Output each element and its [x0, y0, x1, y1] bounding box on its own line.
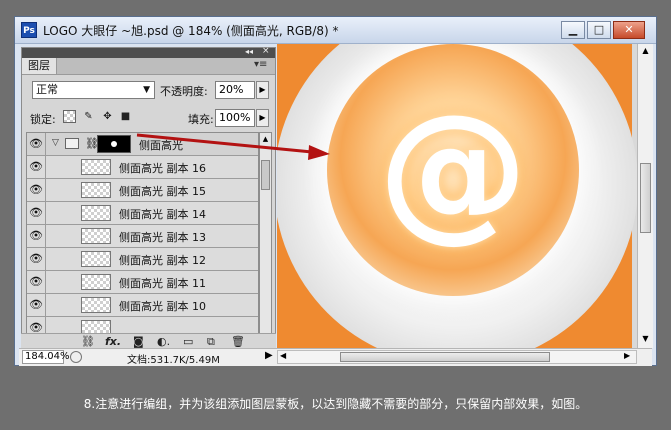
layer-thumbnail [81, 228, 111, 244]
expand-triangle-icon[interactable]: ▽ [52, 138, 59, 148]
photoshop-app-icon: Ps [21, 22, 37, 38]
lock-all-padlock-icon[interactable]: ■ [119, 110, 132, 123]
layer-row[interactable]: 👁 侧面高光 副本 14 [27, 202, 258, 225]
visibility-eye-icon[interactable]: 👁 [27, 179, 46, 201]
layer-name: 侧面高光 副本 14 [119, 208, 206, 221]
visibility-eye-icon[interactable]: 👁 [27, 248, 46, 270]
layer-group-name: 侧面高光 [139, 139, 183, 152]
layer-row[interactable]: 👁 侧面高光 副本 12 [27, 248, 258, 271]
opacity-label: 不透明度: [160, 85, 208, 98]
fill-slider-toggle[interactable]: ▶ [256, 109, 269, 127]
scrollbar-thumb[interactable] [640, 163, 651, 233]
minimize-button[interactable]: ▁ [561, 21, 585, 39]
panel-header-strip: ◂◂ × [22, 46, 275, 58]
visibility-eye-icon[interactable]: 👁 [27, 133, 46, 155]
adjustment-layer-icon[interactable]: ◐. [157, 335, 170, 348]
layers-scrollbar[interactable]: ▲ [259, 132, 272, 342]
layer-thumbnail [81, 274, 111, 290]
status-menu-arrow-icon[interactable]: ▶ [265, 350, 273, 361]
layer-name: 侧面高光 副本 10 [119, 300, 206, 313]
layer-mask-thumbnail[interactable] [97, 135, 131, 153]
scroll-up-icon[interactable]: ▲ [260, 133, 271, 145]
status-bar: 184.04% 文档:531.7K/5.49M ▶ ◀ ▶ [19, 348, 652, 366]
lock-pixels-brush-icon[interactable]: ✎ [82, 110, 95, 123]
lock-position-move-icon[interactable]: ✥ [101, 110, 114, 123]
tab-layers[interactable]: 图层 [22, 58, 57, 74]
layer-name: 侧面高光 副本 12 [119, 254, 206, 267]
vertical-scrollbar[interactable]: ▲ ▼ [637, 44, 653, 348]
glowing-orb: @ [327, 44, 579, 296]
scroll-up-icon[interactable]: ▲ [638, 46, 653, 55]
lock-transparency-icon[interactable] [63, 110, 76, 123]
scrollbar-thumb[interactable] [340, 352, 550, 362]
new-group-folder-icon[interactable]: ▭ [183, 335, 193, 348]
opacity-input[interactable]: 20% [215, 81, 255, 99]
layer-thumbnail [81, 205, 111, 221]
layer-name: 侧面高光 副本 13 [119, 231, 206, 244]
visibility-eye-icon[interactable]: 👁 [27, 156, 46, 178]
horizontal-scrollbar[interactable]: ◀ ▶ [277, 350, 637, 364]
layers-list: 👁 ▽ ⛓ 侧面高光 👁 侧面高光 副本 16 👁 侧面高光 副本 15 👁 侧… [26, 132, 259, 342]
panel-tab-bar: 图层 ▾≡ [22, 58, 275, 75]
blend-mode-select[interactable]: 正常 ▼ [32, 81, 155, 99]
document-canvas[interactable]: @ [277, 44, 637, 348]
layer-row[interactable]: 👁 侧面高光 副本 11 [27, 271, 258, 294]
layer-row[interactable]: 👁 侧面高光 副本 10 [27, 294, 258, 317]
scroll-down-icon[interactable]: ▼ [638, 334, 653, 343]
layer-style-fx-icon[interactable]: fx. [105, 335, 121, 348]
link-layers-icon[interactable]: ⛓ [81, 335, 95, 348]
layer-row[interactable]: 👁 侧面高光 副本 15 [27, 179, 258, 202]
layer-thumbnail [81, 182, 111, 198]
document-size-info: 文档:531.7K/5.49M [127, 355, 220, 366]
close-panel-icon[interactable]: × [262, 46, 270, 56]
close-button[interactable]: ✕ [613, 21, 645, 39]
layers-panel: ◂◂ × 图层 ▾≡ 正常 ▼ 不透明度: 20% ▶ 锁定: ✎ ✥ ■ 填充… [21, 46, 276, 347]
panel-menu-icon[interactable]: ▾≡ [254, 59, 267, 70]
layer-row[interactable]: 👁 侧面高光 副本 13 [27, 225, 258, 248]
delete-layer-trash-icon[interactable]: 🗑 [231, 335, 245, 348]
layer-name: 侧面高光 副本 15 [119, 185, 206, 198]
layer-thumbnail [81, 297, 111, 313]
photoshop-document-window: Ps LOGO 大眼仔 ~旭.psd @ 184% (侧面高光, RGB/8) … [14, 16, 657, 366]
layer-thumbnail [81, 159, 111, 175]
visibility-eye-icon[interactable]: 👁 [27, 271, 46, 293]
layer-thumbnail [81, 251, 111, 267]
scrollbar-thumb[interactable] [261, 160, 270, 190]
layer-group-row[interactable]: 👁 ▽ ⛓ 侧面高光 [27, 133, 258, 156]
folder-icon [65, 138, 79, 149]
layer-name: 侧面高光 副本 11 [119, 277, 206, 290]
scroll-right-icon[interactable]: ▶ [624, 351, 630, 360]
opacity-slider-toggle[interactable]: ▶ [256, 81, 269, 99]
maximize-button[interactable]: □ [587, 21, 611, 39]
lock-label: 锁定: [30, 113, 56, 126]
blend-mode-value: 正常 [36, 83, 58, 96]
zoom-level-field[interactable]: 184.04% [22, 350, 70, 364]
mask-white-dot [111, 141, 117, 147]
chevron-down-icon: ▼ [143, 85, 150, 95]
canvas-viewport[interactable]: @ [277, 44, 637, 348]
scroll-left-icon[interactable]: ◀ [280, 351, 286, 360]
visibility-eye-icon[interactable]: 👁 [27, 202, 46, 224]
tutorial-caption: 8.注意进行编组，并为该组添加图层蒙板，以达到隐藏不需要的部分，只保留内部效果，… [83, 397, 588, 411]
visibility-eye-icon[interactable]: 👁 [27, 294, 46, 316]
layer-row[interactable]: 👁 侧面高光 副本 16 [27, 156, 258, 179]
fill-label: 填充: [188, 113, 214, 126]
add-mask-icon[interactable]: ◙ [133, 335, 144, 348]
new-layer-icon[interactable]: ⧉ [207, 335, 215, 349]
visibility-eye-icon[interactable]: 👁 [27, 225, 46, 247]
layer-name: 侧面高光 副本 16 [119, 162, 206, 175]
collapse-panel-icon[interactable]: ◂◂ [245, 47, 253, 56]
window-title: LOGO 大眼仔 ~旭.psd @ 184% (侧面高光, RGB/8) * [43, 24, 339, 38]
fill-input[interactable]: 100% [215, 109, 255, 127]
title-bar[interactable]: Ps LOGO 大眼仔 ~旭.psd @ 184% (侧面高光, RGB/8) … [15, 17, 656, 44]
status-info-icon[interactable] [70, 351, 82, 363]
at-sign-logo: @ [378, 83, 528, 257]
